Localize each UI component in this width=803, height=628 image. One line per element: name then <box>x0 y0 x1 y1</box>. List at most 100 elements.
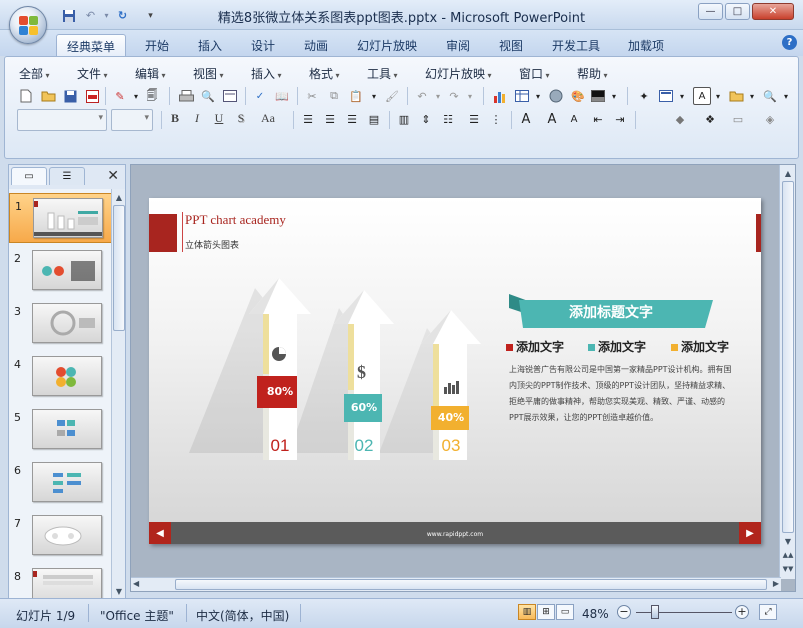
slide-subtitle[interactable]: 立体箭头图表 <box>185 238 239 251</box>
menu-slideshow[interactable]: 幻灯片放映 <box>425 65 492 82</box>
arrange-icon[interactable]: ❖ <box>701 110 719 128</box>
zoom-out-icon[interactable]: − <box>617 605 631 619</box>
layout-dropdown-icon[interactable]: ▾ <box>673 87 691 105</box>
menu-edit[interactable]: 编辑 <box>135 65 166 82</box>
find-dropdown-icon[interactable]: ▾ <box>777 87 795 105</box>
slide-thumbnail-1[interactable]: 1 <box>9 193 113 243</box>
justify-icon[interactable]: ▤ <box>365 110 383 128</box>
slides-pane-scrollbar[interactable]: ▲ ▼ <box>111 189 125 599</box>
close-pane-icon[interactable]: ✕ <box>107 168 119 184</box>
tab-slideshow[interactable]: 幻灯片放映 <box>350 34 424 56</box>
smartart-icon[interactable]: 🎨 <box>569 87 587 105</box>
italic-button[interactable]: I <box>187 108 207 128</box>
shapes-icon[interactable]: ◆ <box>671 110 689 128</box>
menu-view[interactable]: 视图 <box>193 65 224 82</box>
menu-format[interactable]: 格式 <box>309 65 340 82</box>
menu-all[interactable]: 全部 <box>19 65 50 82</box>
change-case-button[interactable]: Aa <box>255 108 281 128</box>
underline-button[interactable]: U <box>209 108 229 128</box>
slide-layout-icon[interactable] <box>221 87 239 105</box>
font-size-combo[interactable] <box>111 109 153 131</box>
new-slide-icon[interactable]: ✦ <box>635 87 653 105</box>
align-center-icon[interactable]: ☰ <box>321 110 339 128</box>
print-icon[interactable] <box>177 87 195 105</box>
tab-review[interactable]: 审阅 <box>437 34 479 56</box>
slideshow-view-icon[interactable]: ▭ <box>556 604 574 620</box>
scroll-down-icon[interactable]: ▼ <box>113 585 125 597</box>
shrink-font-icon[interactable]: A <box>565 110 583 128</box>
shadow-button[interactable]: S <box>231 108 251 128</box>
tab-addins[interactable]: 加载项 <box>620 34 672 56</box>
scroll-up-icon[interactable]: ▲ <box>782 167 794 179</box>
print-preview-icon[interactable]: 🔍 <box>199 87 217 105</box>
align-right-icon[interactable]: ☰ <box>343 110 361 128</box>
font-name-combo[interactable] <box>17 109 107 131</box>
bullets-icon[interactable]: ☰ <box>465 110 483 128</box>
slide-thumbnail-8[interactable]: 8 <box>9 564 113 599</box>
description-text[interactable]: 上海锐普广告有限公司是中国第一家精品PPT设计机构。拥有国内顶尖的PPT制作技术… <box>509 362 735 426</box>
scroll-right-icon[interactable]: ▶ <box>773 579 779 588</box>
columns-icon[interactable]: ⋮ <box>487 110 505 128</box>
menu-window[interactable]: 窗口 <box>519 65 550 82</box>
paste-icon[interactable]: 📋 <box>347 87 365 105</box>
zoom-in-icon[interactable]: + <box>735 605 749 619</box>
slide-thumbnail-2[interactable]: 2 <box>9 246 113 296</box>
open-icon[interactable] <box>39 87 57 105</box>
menu-tools[interactable]: 工具 <box>367 65 398 82</box>
quick-styles-icon[interactable]: ▭ <box>729 110 747 128</box>
tab-outline[interactable]: ☰ <box>49 167 85 185</box>
folder-dropdown-icon[interactable]: ▾ <box>743 87 761 105</box>
tab-insert[interactable]: 插入 <box>189 34 231 56</box>
scroll-up-icon[interactable]: ▲ <box>113 191 125 203</box>
prev-slide-icon[interactable]: ◀ <box>149 522 171 544</box>
research-icon[interactable]: 📖 <box>273 87 291 105</box>
editor-horizontal-scrollbar[interactable]: ◀ ▶ <box>131 577 781 591</box>
scrollbar-thumb[interactable] <box>113 205 125 331</box>
scroll-left-icon[interactable]: ◀ <box>133 579 139 588</box>
new-icon[interactable] <box>17 87 35 105</box>
menu-file[interactable]: 文件 <box>77 65 108 82</box>
shape-fill-icon[interactable]: ◈ <box>761 110 779 128</box>
maximize-button[interactable]: □ <box>725 3 750 20</box>
font-color-icon[interactable]: A <box>517 110 535 128</box>
tab-developer[interactable]: 开发工具 <box>545 34 607 56</box>
save-icon[interactable] <box>60 7 77 24</box>
scrollbar-thumb[interactable] <box>175 579 767 590</box>
insert-chart-icon[interactable] <box>491 87 509 105</box>
tab-home[interactable]: 开始 <box>136 34 178 56</box>
text-box-dropdown-icon[interactable]: ▾ <box>709 87 727 105</box>
banner-title[interactable]: 添加标题文字 <box>509 302 713 322</box>
menu-help[interactable]: 帮助 <box>577 65 608 82</box>
tab-animation[interactable]: 动画 <box>295 34 337 56</box>
scrollbar-thumb[interactable] <box>782 181 794 533</box>
scroll-down-icon[interactable]: ▼ <box>782 535 794 547</box>
clip-art-icon[interactable] <box>547 87 565 105</box>
pdf-icon[interactable] <box>83 87 101 105</box>
format-painter-icon[interactable]: 🖌 <box>383 87 401 105</box>
slide-thumbnail-5[interactable]: 5 <box>9 405 113 455</box>
redo-toolbar-dropdown-icon[interactable]: ▾ <box>461 87 479 105</box>
grayscale-dropdown-icon[interactable]: ▾ <box>605 87 623 105</box>
decrease-indent-icon[interactable]: ⇤ <box>589 110 607 128</box>
arrow-chart-item[interactable]: 80% 01 <box>249 278 311 460</box>
slide-thumbnail-7[interactable]: 7 <box>9 511 113 561</box>
theme-name[interactable]: "Office 主题" <box>100 607 174 624</box>
tab-design[interactable]: 设计 <box>242 34 284 56</box>
office-button[interactable] <box>9 6 47 44</box>
grow-font-icon[interactable]: A <box>543 110 561 128</box>
insert-table-dropdown-icon[interactable]: ▾ <box>529 87 547 105</box>
bold-button[interactable]: B <box>165 108 185 128</box>
slide-canvas[interactable]: PPT chart academy 立体箭头图表 80% 01 60% $ 02… <box>149 198 761 544</box>
save-file-icon[interactable] <box>61 87 79 105</box>
zoom-level[interactable]: 48% <box>582 607 609 621</box>
attach-icon[interactable]: 🗐 <box>143 87 161 105</box>
tab-view[interactable]: 视图 <box>490 34 532 56</box>
numbering-icon[interactable]: ☷ <box>439 110 457 128</box>
spelling-icon[interactable]: ✓ <box>251 87 269 105</box>
increase-indent-icon[interactable]: ⇥ <box>611 110 629 128</box>
next-slide-icon[interactable]: ▶ <box>739 522 761 544</box>
minimize-button[interactable]: — <box>698 3 723 20</box>
slide-thumbnail-6[interactable]: 6 <box>9 458 113 508</box>
close-button[interactable]: ✕ <box>752 3 794 20</box>
cut-icon[interactable]: ✂ <box>303 87 321 105</box>
